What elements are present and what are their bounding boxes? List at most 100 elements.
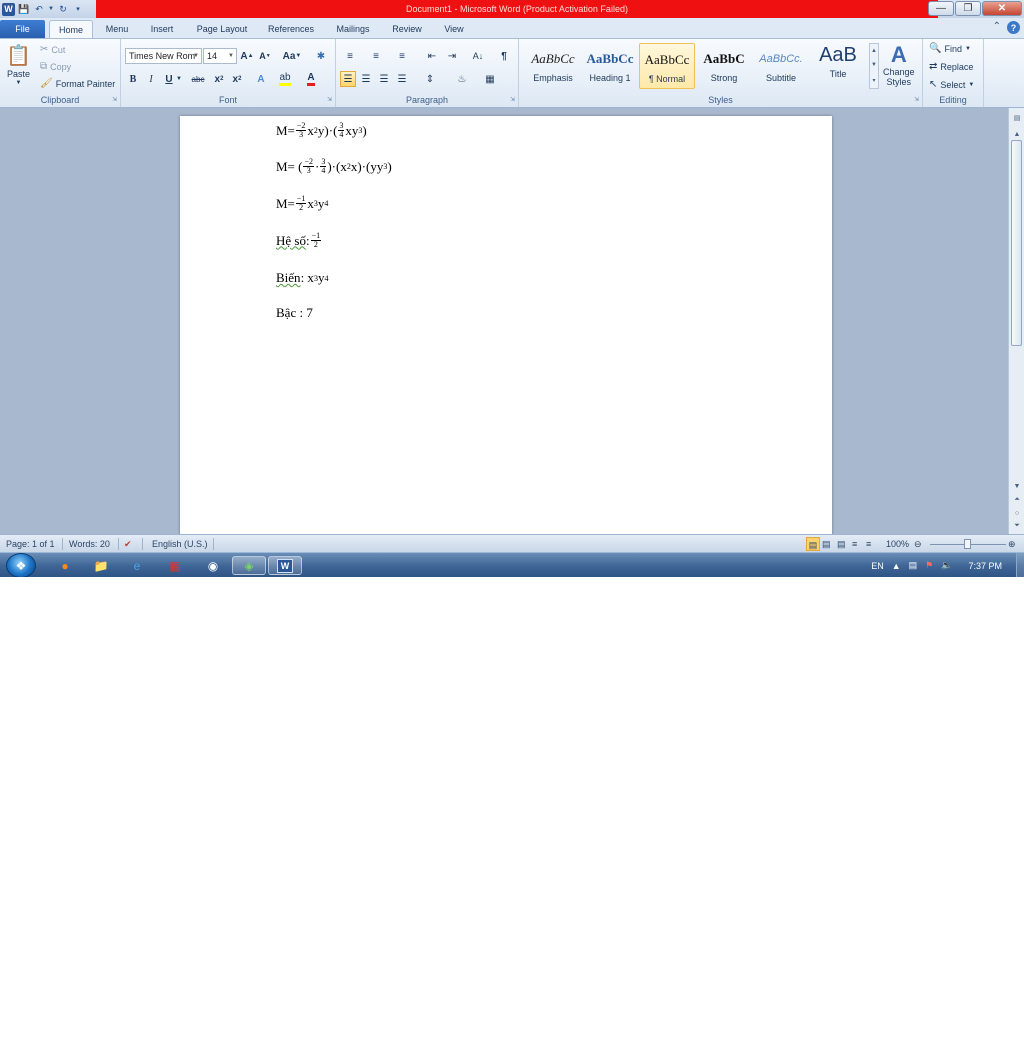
show-desktop-button[interactable] <box>1016 553 1024 577</box>
bullets-icon[interactable]: ≡ <box>342 48 358 64</box>
text-effects-icon[interactable]: A <box>253 71 269 87</box>
increase-indent-icon[interactable]: ⇥ <box>444 48 460 64</box>
network-icon[interactable]: ▤ <box>909 560 918 571</box>
subscript-button[interactable]: x2 <box>211 71 227 87</box>
font-name-box[interactable]: Times New Rom ▼ <box>125 48 202 64</box>
align-right-button[interactable]: ☰ <box>376 71 392 87</box>
tab-menu[interactable]: Menu <box>99 20 135 38</box>
vertical-scrollbar[interactable]: ▤ ▲ ▼ ⏶ ○ ⏷ <box>1008 108 1024 534</box>
page-count[interactable]: Page: 1 of 1 <box>6 537 55 551</box>
help-icon[interactable]: ? <box>1007 21 1020 34</box>
word-count[interactable]: Words: 20 <box>69 537 110 551</box>
tab-home[interactable]: Home <box>49 20 93 38</box>
style-strong[interactable]: AaBbC Strong <box>696 43 752 89</box>
input-language[interactable]: EN <box>871 561 884 571</box>
tab-insert[interactable]: Insert <box>143 20 181 38</box>
copy-button[interactable]: ⧉ Copy <box>40 61 71 72</box>
style-heading-1[interactable]: AaBbCc Heading 1 <box>582 43 638 89</box>
font-color-icon[interactable]: A <box>303 71 319 87</box>
styles-gallery-scroll[interactable]: ▲ ▼ ▾ <box>869 43 879 89</box>
zoom-slider-thumb[interactable] <box>964 539 971 549</box>
tab-file[interactable]: File <box>0 20 45 38</box>
print-layout-icon[interactable]: ▤ <box>806 537 820 551</box>
highlight-icon[interactable]: ab <box>277 71 293 87</box>
save-icon[interactable]: 💾 <box>18 3 30 15</box>
undo-dropdown-icon[interactable]: ▼ <box>48 3 54 15</box>
browse-object-icon[interactable]: ○ <box>1010 507 1024 519</box>
full-screen-icon[interactable]: ▤ <box>822 537 831 551</box>
tab-view[interactable]: View <box>436 20 472 38</box>
align-center-button[interactable]: ☰ <box>358 71 374 87</box>
minimize-ribbon-icon[interactable]: ⌃ <box>993 21 1001 34</box>
shading-icon[interactable]: ♨ <box>454 71 470 87</box>
restore-button[interactable]: ❐ <box>955 1 981 16</box>
style-title[interactable]: AaB Title <box>810 43 866 89</box>
word-app-icon[interactable]: W <box>2 2 15 16</box>
line-spacing-icon[interactable]: ⇕ <box>422 71 438 87</box>
bold-button[interactable]: B <box>125 71 141 87</box>
numbering-icon[interactable]: ≡ <box>368 48 384 64</box>
shrink-font-icon[interactable]: A ▼ <box>257 48 273 64</box>
more-icon[interactable]: ▾ <box>872 77 875 84</box>
justify-button[interactable]: ☰ <box>394 71 410 87</box>
ruler-toggle-icon[interactable]: ▤ <box>1010 112 1024 124</box>
tab-mailings[interactable]: Mailings <box>330 20 376 38</box>
outline-icon[interactable]: ≡ <box>852 537 857 551</box>
cut-button[interactable]: ✂ Cut <box>40 44 65 55</box>
sort-icon[interactable]: A↓ <box>470 48 486 64</box>
font-launcher-icon[interactable]: ⇲ <box>327 96 332 103</box>
previous-page-icon[interactable]: ⏶ <box>1010 494 1024 506</box>
internet-explorer-icon[interactable]: e <box>120 556 154 575</box>
multilevel-list-icon[interactable]: ≡ <box>394 48 410 64</box>
tray-expand-icon[interactable]: ▲ <box>892 561 901 571</box>
undo-icon[interactable]: ↶ <box>33 3 45 15</box>
decrease-indent-icon[interactable]: ⇤ <box>424 48 440 64</box>
scroll-up-icon[interactable]: ▲ <box>1010 128 1024 140</box>
firefox-icon[interactable]: ● <box>48 556 82 575</box>
redo-icon[interactable]: ↻ <box>57 3 69 15</box>
style-emphasis[interactable]: AaBbCc Emphasis <box>525 43 581 89</box>
scroll-down-icon[interactable]: ▼ <box>1010 480 1024 492</box>
grow-font-icon[interactable]: A ▲ <box>239 48 255 64</box>
scroll-thumb[interactable] <box>1011 140 1022 346</box>
clock[interactable]: 7:37 PM <box>968 561 1002 571</box>
file-explorer-icon[interactable]: 📁 <box>84 556 118 575</box>
minimize-button[interactable]: — <box>928 1 954 16</box>
styles-launcher-icon[interactable]: ⇲ <box>914 96 919 103</box>
media-app-icon[interactable]: ◈ <box>232 556 266 575</box>
change-case-button[interactable]: Aa ▼ <box>281 48 303 64</box>
show-formatting-icon[interactable]: ¶ <box>496 48 512 64</box>
proofing-icon[interactable]: ✔ <box>124 537 132 551</box>
close-button[interactable]: ✕ <box>982 1 1022 16</box>
change-styles-button[interactable]: A Change Styles <box>883 43 915 88</box>
zalo-icon[interactable]: ◉ <box>196 556 230 575</box>
format-painter-button[interactable]: 🖌 Format Painter <box>40 78 115 89</box>
clear-formatting-icon[interactable]: ✱ <box>313 48 329 64</box>
italic-button[interactable]: I <box>143 71 159 87</box>
paste-button[interactable]: 📋 Paste ▼ <box>6 43 31 86</box>
select-button[interactable]: ↖ Select ▼ <box>929 79 974 90</box>
document-page[interactable]: M= −2 3 x2 y)·( 34 xy 3 ) M= ( −2 3 · 34 )·… <box>180 116 832 536</box>
find-button[interactable]: 🔍 Find ▼ <box>929 43 971 54</box>
clipboard-launcher-icon[interactable]: ⇲ <box>112 96 117 103</box>
scroll-up-icon[interactable]: ▲ <box>871 48 877 54</box>
tab-page-layout[interactable]: Page Layout <box>190 20 254 38</box>
style-normal[interactable]: AaBbCc ¶ Normal <box>639 43 695 89</box>
customize-qat-icon[interactable]: ▾ <box>72 3 84 15</box>
font-size-box[interactable]: 14 ▼ <box>203 48 237 64</box>
start-button[interactable]: ❖ <box>6 553 36 577</box>
strikethrough-button[interactable]: abc <box>187 71 209 87</box>
volume-icon[interactable]: 🔈 <box>941 560 952 571</box>
scroll-down-icon[interactable]: ▼ <box>871 62 877 68</box>
next-page-icon[interactable]: ⏷ <box>1010 520 1024 532</box>
align-left-button[interactable]: ☰ <box>340 71 356 87</box>
app-icon[interactable]: ▦ <box>158 556 192 575</box>
underline-dropdown-icon[interactable]: ▼ <box>175 71 183 87</box>
tab-references[interactable]: References <box>262 20 320 38</box>
word-taskbar-icon[interactable]: W <box>268 556 302 575</box>
style-subtitle[interactable]: AaBbCc. Subtitle <box>753 43 809 89</box>
zoom-out-icon[interactable]: ⊖ <box>914 537 922 551</box>
web-layout-icon[interactable]: ▤ <box>837 537 846 551</box>
superscript-button[interactable]: x2 <box>229 71 245 87</box>
zoom-in-icon[interactable]: ⊕ <box>1008 537 1016 551</box>
